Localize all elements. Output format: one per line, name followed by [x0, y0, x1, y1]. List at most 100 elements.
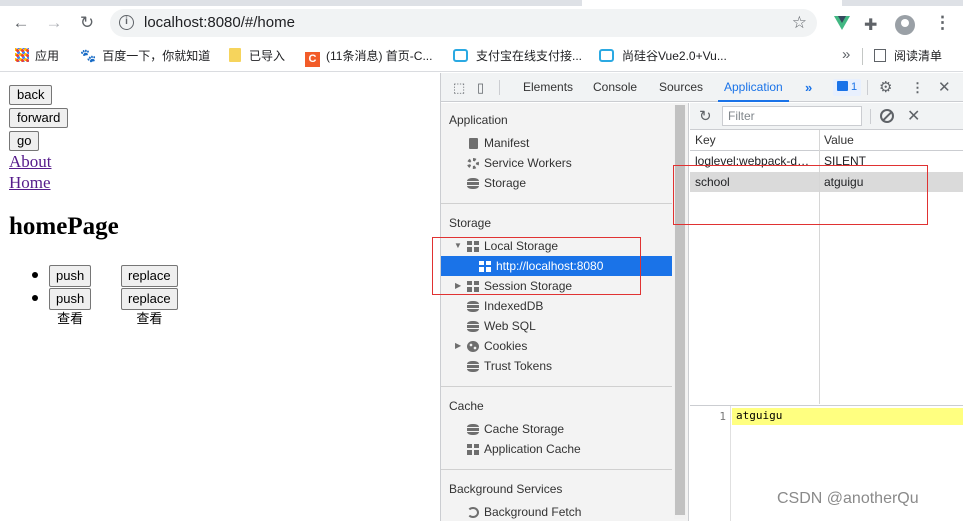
bookmarks-bar: 应用 🐾 百度一下，你就知道 已导入 C (11条消息) 首页-C... 支付宝在线…	[0, 40, 963, 72]
sidebar-item-service-workers[interactable]: Service Workers	[441, 153, 672, 173]
section-header-cache: Cache	[449, 399, 484, 413]
devtools-panel: ⬚ ▯ Elements Console Sources Application…	[440, 73, 963, 521]
tab-elements[interactable]: Elements	[523, 73, 573, 101]
extensions-puzzle-icon[interactable]: ✚	[864, 15, 877, 35]
toolbar-divider	[870, 109, 871, 124]
browser-toolbar: ← → ↻ i localhost:8080/#/home ☆ ✚ ⋮	[0, 6, 963, 40]
bookmark-alipay[interactable]: 支付宝在线支付接...	[453, 48, 582, 64]
collapsed-triangle-icon[interactable]: ▶	[455, 336, 461, 356]
sidebar-item-cache-storage[interactable]: Cache Storage	[441, 419, 672, 439]
go-button[interactable]: go	[9, 131, 40, 151]
sidebar-item-cookies[interactable]: ▶ Cookies	[441, 336, 672, 356]
sidebar-divider	[441, 469, 672, 470]
storage-toolbar: ↻ ✕	[690, 103, 963, 130]
section-header-storage: Storage	[449, 216, 492, 230]
filter-input[interactable]	[722, 106, 862, 126]
tab-application[interactable]: Application	[718, 73, 789, 102]
back-button[interactable]: back	[9, 85, 53, 105]
bookmark-label: (11条消息) 首页-C...	[326, 49, 433, 63]
tab-divider	[499, 80, 500, 95]
sidebar-item-manifest[interactable]: Manifest	[441, 133, 672, 153]
bookmark-star-icon[interactable]: ☆	[792, 13, 807, 33]
bookmarks-divider	[862, 48, 863, 65]
page-title: homePage	[9, 213, 119, 240]
line-number-gutter: 1	[690, 406, 731, 521]
bookmarks-overflow-chevron-icon[interactable]: »	[842, 46, 850, 63]
sidebar-divider	[441, 203, 672, 204]
bookmark-vue[interactable]: 尚硅谷Vue2.0+Vu...	[599, 48, 727, 64]
section-header-background-services: Background Services	[449, 482, 563, 496]
sidebar-item-indexeddb[interactable]: IndexedDB	[441, 296, 672, 316]
bookmark-csdn[interactable]: C (11条消息) 首页-C...	[305, 48, 433, 67]
tab-sources[interactable]: Sources	[659, 73, 703, 101]
sidebar-item-label: IndexedDB	[484, 299, 544, 313]
annotation-box-local-storage	[432, 237, 641, 295]
tab-console[interactable]: Console	[593, 73, 637, 101]
back-arrow-icon[interactable]: ←	[12, 14, 30, 32]
sidebar-item-application-cache[interactable]: Application Cache	[441, 439, 672, 459]
vue-devtools-icon[interactable]	[834, 16, 850, 30]
database-icon	[467, 361, 479, 372]
sidebar-item-label: Storage	[484, 176, 527, 190]
sidebar-item-label: Cookies	[484, 339, 528, 353]
sidebar-item-web-sql[interactable]: Web SQL	[441, 316, 672, 336]
clear-all-icon[interactable]	[880, 109, 894, 123]
site-info-icon[interactable]: i	[119, 15, 134, 30]
device-toolbar-icon[interactable]: ▯	[477, 80, 484, 96]
file-icon	[469, 138, 478, 149]
csdn-c-icon: C	[305, 52, 320, 67]
forward-arrow-icon[interactable]: →	[45, 14, 63, 32]
bookmark-label: 尚硅谷Vue2.0+Vu...	[622, 49, 727, 63]
url-text[interactable]: localhost:8080/#/home	[144, 14, 295, 31]
bookmark-baidu[interactable]: 🐾 百度一下，你就知道	[80, 48, 210, 64]
line-number: 1	[719, 410, 726, 423]
sidebar-item-label: Service Workers	[484, 156, 572, 170]
baidu-paw-icon: 🐾	[80, 48, 97, 63]
sidebar-item-storage[interactable]: Storage	[441, 173, 672, 193]
sidebar-item-label: Application Cache	[484, 442, 581, 456]
devtools-menu-icon[interactable]: ⋮	[911, 80, 924, 96]
profile-avatar-icon[interactable]	[895, 15, 915, 35]
browser-menu-icon[interactable]: ⋮	[934, 13, 951, 33]
messages-badge[interactable]: 1	[833, 79, 862, 96]
sidebar-item-label: Trust Tokens	[484, 359, 553, 373]
column-header-value[interactable]: Value	[824, 130, 854, 150]
gear-icon	[467, 158, 479, 169]
sidebar-item-label: Web SQL	[484, 319, 536, 333]
push-button[interactable]: push查看	[49, 265, 92, 303]
reload-icon[interactable]: ↻	[78, 14, 96, 32]
bookmark-apps[interactable]: 应用	[15, 48, 59, 64]
push-button[interactable]: push查看	[49, 288, 92, 326]
message-icon	[837, 81, 848, 91]
about-link[interactable]: About	[9, 152, 52, 172]
inspect-element-icon[interactable]: ⬚	[453, 80, 465, 96]
sidebar-item-trust-tokens[interactable]: Trust Tokens	[441, 356, 672, 376]
application-sidebar: Application Manifest Service Workers Sto…	[441, 103, 689, 521]
home-link[interactable]: Home	[9, 173, 51, 193]
more-tabs-chevron-icon[interactable]: »	[805, 80, 812, 95]
bookmark-label: 支付宝在线支付接...	[476, 49, 583, 63]
reading-list-button[interactable]: 阅读清单	[874, 48, 942, 64]
address-bar[interactable]: i localhost:8080/#/home ☆	[110, 9, 817, 37]
annotation-box-school-row	[673, 165, 928, 225]
bookmark-imported[interactable]: 已导入	[229, 48, 285, 64]
preview-text[interactable]: atguigu	[736, 409, 782, 422]
delete-selected-icon[interactable]: ✕	[907, 106, 920, 126]
settings-gear-icon[interactable]: ⚙	[879, 78, 892, 96]
highlighted-line: atguigu	[732, 408, 963, 425]
replace-button[interactable]: replace查看	[121, 288, 178, 326]
replace-button[interactable]: replace查看	[121, 265, 178, 303]
reading-list-icon	[874, 49, 886, 62]
refresh-icon[interactable]: ↻	[699, 107, 712, 125]
database-icon	[467, 321, 479, 332]
sidebar-item-label: Background Fetch	[484, 505, 582, 519]
sidebar-item-background-fetch[interactable]: Background Fetch	[441, 502, 672, 522]
sidebar-item-label: Cache Storage	[484, 422, 565, 436]
close-devtools-icon[interactable]: ✕	[938, 78, 951, 96]
sidebar-item-label: Manifest	[484, 136, 530, 150]
column-header-key[interactable]: Key	[695, 130, 716, 150]
bilibili-tv-icon	[599, 49, 614, 62]
sync-arrows-icon	[467, 507, 479, 518]
forward-button[interactable]: forward	[9, 108, 69, 128]
apps-grid-icon	[15, 48, 29, 62]
